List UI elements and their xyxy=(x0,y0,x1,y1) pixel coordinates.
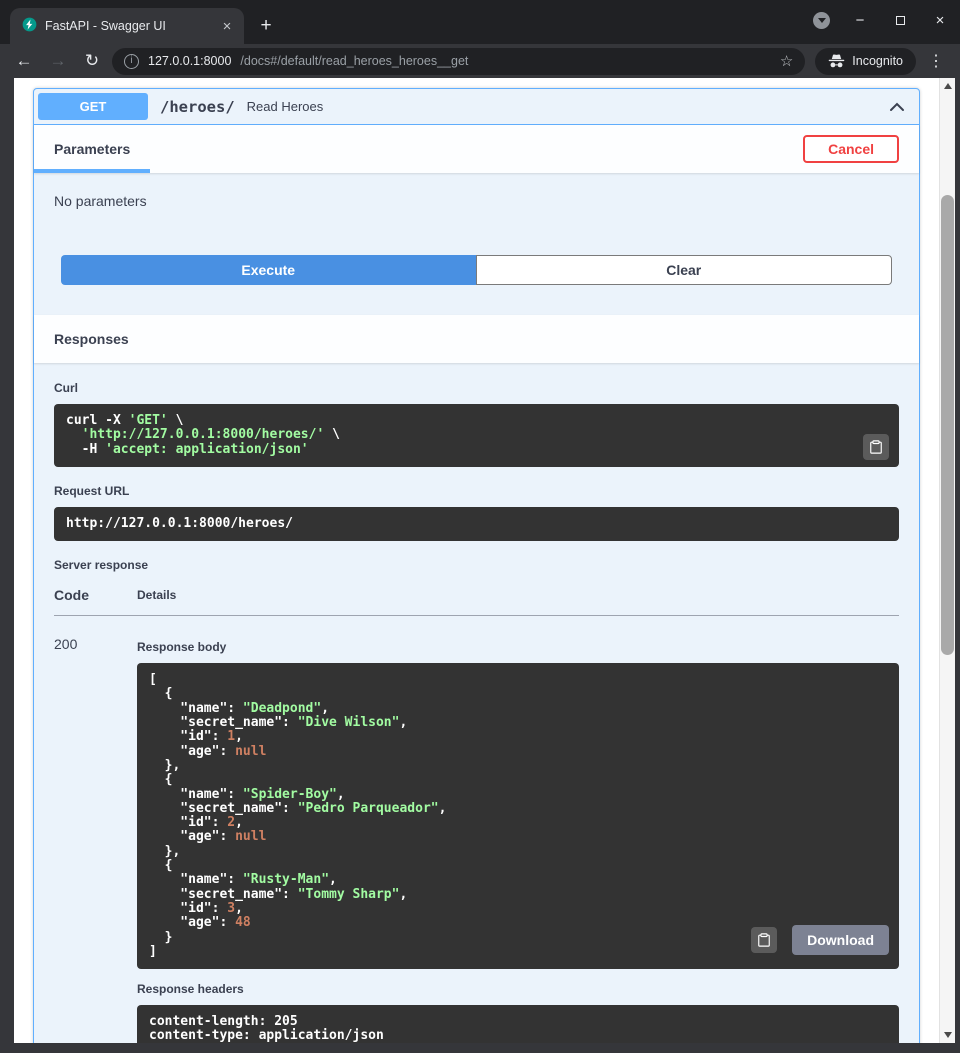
execute-row: Execute Clear xyxy=(61,255,892,285)
page-scrollbar[interactable] xyxy=(939,78,955,1043)
address-bar[interactable]: i 127.0.0.1:8000/docs#/default/read_hero… xyxy=(112,48,805,75)
responses-title: Responses xyxy=(54,331,129,347)
browser-body: GET /heroes/ Read Heroes Parameters Canc… xyxy=(0,78,960,1053)
parameters-title: Parameters xyxy=(54,141,130,157)
reload-icon[interactable]: ↻ xyxy=(78,47,106,75)
browser-tab[interactable]: FastAPI - Swagger UI × xyxy=(10,8,244,44)
maximize-square xyxy=(896,16,905,25)
collapse-chevron-icon[interactable] xyxy=(887,97,907,117)
clear-button[interactable]: Clear xyxy=(476,255,893,285)
menu-icon[interactable]: ⋮ xyxy=(922,47,950,75)
no-parameters-message: No parameters xyxy=(54,191,899,255)
download-button[interactable]: Download xyxy=(792,925,889,955)
request-url-label: Request URL xyxy=(54,484,899,498)
curl-command-text: curl -X 'GET' \ 'http://127.0.0.1:8000/h… xyxy=(66,414,887,457)
incognito-icon xyxy=(828,54,845,69)
response-headers-text: content-length: 205content-type: applica… xyxy=(149,1015,887,1043)
status-code: 200 xyxy=(54,616,137,1043)
bookmark-star-icon[interactable]: ☆ xyxy=(780,52,793,70)
opblock-summary[interactable]: GET /heroes/ Read Heroes xyxy=(34,89,919,125)
copy-curl-button[interactable] xyxy=(863,434,889,460)
response-body-actions: Download xyxy=(751,925,889,955)
page-info-icon[interactable]: i xyxy=(124,54,139,69)
url-path: /docs#/default/read_heroes_heroes__get xyxy=(240,54,770,68)
parameters-body: No parameters Execute Clear xyxy=(34,173,919,285)
method-badge: GET xyxy=(38,93,148,120)
request-url-text: http://127.0.0.1:8000/heroes/ xyxy=(66,517,887,531)
new-tab-button[interactable]: + xyxy=(252,12,280,40)
responses-header: Responses xyxy=(34,315,919,363)
response-body-json: [ { "name": "Deadpond", "secret_name": "… xyxy=(149,673,887,959)
opblock-get-heroes: GET /heroes/ Read Heroes Parameters Canc… xyxy=(33,88,920,1043)
code-column-header: Code xyxy=(54,581,137,616)
minimize-icon[interactable]: − xyxy=(850,12,870,29)
swagger-page: GET /heroes/ Read Heroes Parameters Canc… xyxy=(14,78,939,1043)
browser-toolbar: ← → ↻ i 127.0.0.1:8000/docs#/default/rea… xyxy=(0,44,960,78)
server-response-label: Server response xyxy=(54,558,899,572)
curl-label: Curl xyxy=(54,381,899,395)
response-headers-block: content-length: 205content-type: applica… xyxy=(137,1005,899,1043)
fastapi-favicon-icon xyxy=(22,17,37,35)
close-window-icon[interactable]: × xyxy=(930,12,950,29)
response-details-cell: Response body [ { "name": "Deadpond", "s… xyxy=(137,616,899,1043)
curl-command-block: curl -X 'GET' \ 'http://127.0.0.1:8000/h… xyxy=(54,404,899,467)
page-viewport: GET /heroes/ Read Heroes Parameters Canc… xyxy=(14,78,939,1043)
tab-parameters: Parameters xyxy=(34,125,150,173)
copy-response-button[interactable] xyxy=(751,927,777,953)
parameters-header: Parameters Cancel xyxy=(34,125,919,173)
chevron-down-icon xyxy=(818,18,826,23)
endpoint-path: /heroes/ xyxy=(160,98,235,116)
maximize-icon[interactable] xyxy=(890,12,910,29)
response-headers-label: Response headers xyxy=(137,982,899,996)
scroll-down-icon[interactable] xyxy=(940,1027,955,1043)
tab-title: FastAPI - Swagger UI xyxy=(45,19,210,33)
scrollbar-thumb[interactable] xyxy=(941,195,954,655)
browser-window: FastAPI - Swagger UI × + − × ← → ↻ i 127… xyxy=(0,0,960,1053)
back-icon[interactable]: ← xyxy=(10,47,38,75)
tab-search-icon[interactable] xyxy=(813,12,830,29)
endpoint-summary: Read Heroes xyxy=(247,99,324,114)
url-host: 127.0.0.1:8000 xyxy=(148,54,231,68)
clipboard-icon xyxy=(757,933,771,947)
clipboard-icon xyxy=(869,440,883,454)
response-body-label: Response body xyxy=(137,640,899,654)
details-column-header: Details xyxy=(137,581,899,616)
responses-body: Curl curl -X 'GET' \ 'http://127.0.0.1:8… xyxy=(34,363,919,1043)
response-row: 200 Response body [ { "name": "Deadpond"… xyxy=(54,616,899,1043)
window-controls: − × xyxy=(813,0,950,40)
tab-close-icon[interactable]: × xyxy=(218,17,236,35)
scroll-up-icon[interactable] xyxy=(940,78,955,94)
request-url-block: http://127.0.0.1:8000/heroes/ xyxy=(54,507,899,541)
cancel-button[interactable]: Cancel xyxy=(803,135,899,163)
server-response-table: Code Details 200 Response body xyxy=(54,581,899,1043)
incognito-badge: Incognito xyxy=(815,48,916,75)
forward-icon[interactable]: → xyxy=(44,47,72,75)
tab-strip: FastAPI - Swagger UI × + − × xyxy=(0,0,960,44)
response-body-block: [ { "name": "Deadpond", "secret_name": "… xyxy=(137,663,899,969)
execute-button[interactable]: Execute xyxy=(61,255,476,285)
incognito-label: Incognito xyxy=(852,54,903,68)
